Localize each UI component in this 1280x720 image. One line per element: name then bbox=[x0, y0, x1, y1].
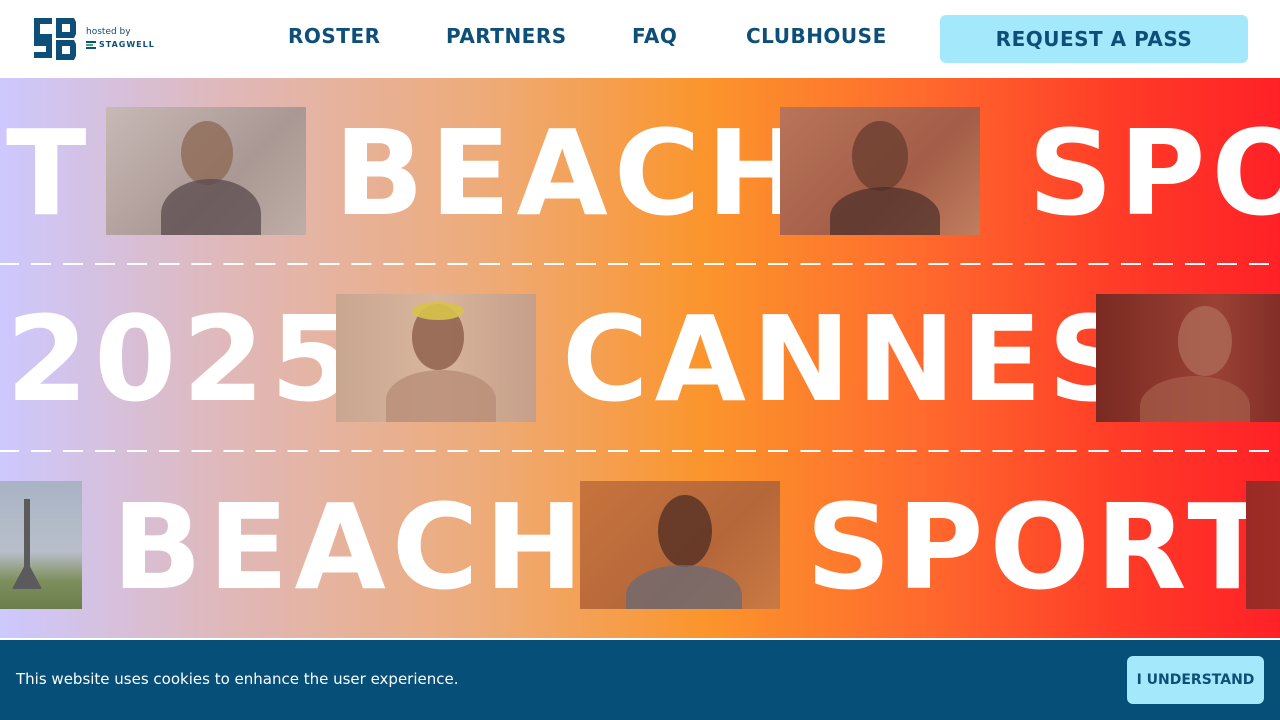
marquee-photo bbox=[580, 481, 780, 609]
stagwell-logo: STAGWELL bbox=[86, 40, 155, 49]
stagwell-mark-icon bbox=[86, 40, 96, 49]
marquee-photo bbox=[0, 481, 82, 609]
nav-partners[interactable]: PARTNERS bbox=[446, 24, 567, 48]
nav-faq[interactable]: FAQ bbox=[632, 24, 677, 48]
marquee-word: SPORT bbox=[806, 478, 1274, 616]
hosted-by-badge: hosted by STAGWELL bbox=[86, 27, 155, 49]
marquee-photo bbox=[1096, 294, 1280, 422]
marquee-photo bbox=[336, 294, 536, 422]
hosted-by-label: hosted by bbox=[86, 27, 131, 37]
marquee-word-fragment: T bbox=[6, 104, 93, 242]
marquee-word: CANNES bbox=[562, 290, 1140, 428]
stagwell-wordmark: STAGWELL bbox=[99, 40, 155, 49]
site-header: hosted by STAGWELL ROSTER PARTNERS FAQ C… bbox=[0, 0, 1280, 78]
marquee-word: BEACH bbox=[334, 104, 812, 242]
marquee-photo bbox=[1246, 481, 1280, 609]
marquee-divider bbox=[0, 263, 1280, 265]
marquee-word-fragment: SPO bbox=[1028, 104, 1280, 242]
marquee-photo bbox=[106, 107, 306, 235]
nav-roster[interactable]: ROSTER bbox=[288, 24, 381, 48]
cookie-accept-button[interactable]: I UNDERSTAND bbox=[1127, 656, 1264, 704]
marquee-divider bbox=[0, 450, 1280, 452]
cookie-message: This website uses cookies to enhance the… bbox=[16, 670, 459, 688]
marquee-photo bbox=[780, 107, 980, 235]
cookie-banner: This website uses cookies to enhance the… bbox=[0, 640, 1280, 720]
marquee-word: BEACH bbox=[112, 478, 590, 616]
marquee-word: 2025 bbox=[6, 290, 359, 428]
request-pass-button[interactable]: REQUEST A PASS bbox=[940, 15, 1248, 63]
sb-logo-icon[interactable] bbox=[30, 14, 80, 64]
hero-marquee: T BEACH SPO 2025 CANNES BEACH SPORT bbox=[0, 78, 1280, 638]
nav-clubhouse[interactable]: CLUBHOUSE bbox=[746, 24, 887, 48]
